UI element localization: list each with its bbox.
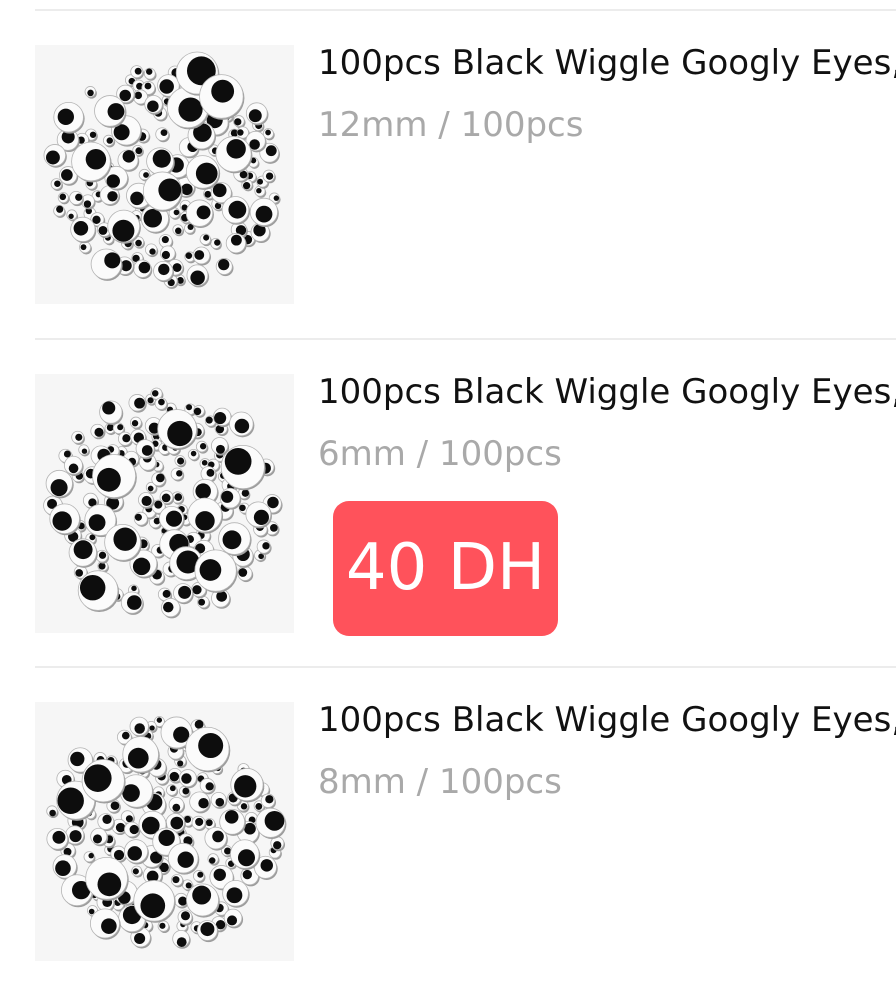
googly-eye <box>170 874 184 888</box>
googly-eye <box>79 241 92 255</box>
product-title[interactable]: 100pcs Black Wiggle Googly Eyes, 3 <box>318 43 896 83</box>
product-thumbnail[interactable] <box>35 45 294 304</box>
googly-eye <box>166 784 179 797</box>
googly-eye <box>95 549 110 564</box>
googly-eye <box>155 127 170 143</box>
googly-eye <box>89 908 121 940</box>
googly-eye <box>45 469 74 499</box>
googly-eye <box>130 416 143 430</box>
googly-eye <box>46 827 69 851</box>
divider <box>35 666 896 668</box>
googly-eye <box>185 726 231 773</box>
variant-label: 12mm / 100pcs <box>318 105 584 145</box>
googly-eye <box>77 570 120 613</box>
googly-eye <box>144 95 164 115</box>
googly-eye <box>133 259 153 280</box>
googly-eye <box>199 233 212 247</box>
googly-eye <box>210 238 222 251</box>
googly-eye <box>187 497 224 534</box>
variant-label: 6mm / 100pcs <box>318 434 562 474</box>
googly-eye <box>128 394 147 413</box>
price-badge: 40 DH <box>333 501 558 636</box>
product-title[interactable]: 100pcs Black Wiggle Googly Eyes, 3 <box>318 700 896 740</box>
googly-eye <box>90 423 106 440</box>
divider <box>35 9 896 11</box>
googly-eye <box>71 430 85 445</box>
googly-eye <box>104 523 142 562</box>
list-item[interactable]: 100pcs Black Wiggle Googly Eyes, 3 8mm /… <box>0 700 896 1002</box>
googly-eye <box>99 400 124 425</box>
googly-eye <box>90 248 123 281</box>
googly-eyes-image <box>46 716 287 949</box>
googly-eye <box>131 865 143 878</box>
googly-eye <box>189 791 211 814</box>
googly-eye <box>53 204 66 218</box>
googly-eye <box>92 454 137 500</box>
googly-eye <box>120 591 144 615</box>
product-variant-list: 100pcs Black Wiggle Googly Eyes, 3 12mm … <box>0 0 896 991</box>
googly-eye <box>186 883 220 918</box>
product-title[interactable]: 100pcs Black Wiggle Googly Eyes, 3 <box>318 372 896 412</box>
googly-eye <box>69 190 84 207</box>
googly-eyes-image <box>43 51 281 289</box>
googly-eye <box>245 102 269 126</box>
googly-eye <box>154 397 169 411</box>
googly-eye <box>167 842 200 875</box>
googly-eye <box>192 246 211 266</box>
googly-eye <box>123 839 149 865</box>
googly-eye <box>215 258 234 277</box>
googly-eye <box>221 196 251 225</box>
googly-eye <box>193 404 206 418</box>
googly-eye <box>229 411 255 438</box>
googly-eye <box>210 791 228 809</box>
googly-eye <box>197 595 211 610</box>
list-item[interactable]: 100pcs Black Wiggle Googly Eyes, 3 12mm … <box>0 43 896 345</box>
list-item[interactable]: 100pcs Black Wiggle Googly Eyes, 3 6mm /… <box>0 372 896 674</box>
googly-eye <box>215 136 253 174</box>
googly-eye <box>57 192 70 205</box>
googly-eye <box>145 243 159 258</box>
googly-eye <box>172 930 191 949</box>
googly-eye <box>207 853 220 866</box>
googly-eye <box>138 492 155 509</box>
googly-eye <box>192 870 206 883</box>
product-thumbnail[interactable] <box>35 374 294 633</box>
googly-eye <box>49 503 81 536</box>
googly-eye <box>143 67 157 81</box>
divider <box>35 338 896 340</box>
googly-eye <box>178 769 198 789</box>
googly-eye <box>237 565 254 583</box>
googly-eye <box>186 264 210 288</box>
googly-eye <box>191 815 207 831</box>
product-thumbnail[interactable] <box>35 702 294 961</box>
googly-eye <box>53 101 85 134</box>
googly-eye <box>157 920 170 934</box>
googly-eye <box>78 444 90 457</box>
googly-eye <box>84 86 97 99</box>
googly-eye <box>174 455 187 468</box>
googly-eye <box>255 807 287 840</box>
googly-eye <box>232 115 246 129</box>
googly-eyes-image <box>43 387 283 619</box>
googly-eye <box>223 908 244 929</box>
googly-eye <box>187 448 200 462</box>
googly-eye <box>46 805 59 819</box>
googly-eye <box>124 821 141 839</box>
googly-eye <box>172 224 185 237</box>
googly-eye <box>168 797 185 814</box>
googly-eye <box>170 467 185 482</box>
googly-eye <box>129 716 150 738</box>
variant-label: 8mm / 100pcs <box>318 762 562 802</box>
